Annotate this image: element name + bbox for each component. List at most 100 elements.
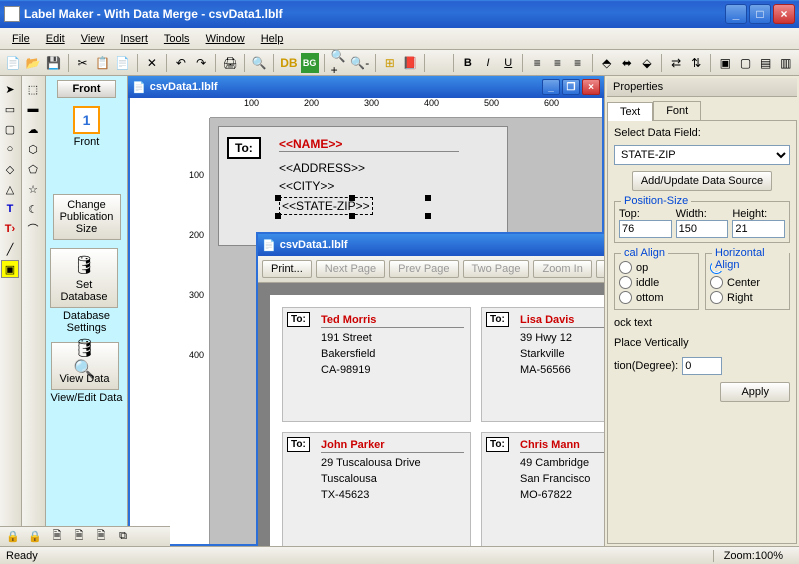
back-icon[interactable]: ▢ (736, 53, 754, 73)
zoomin-icon[interactable]: 🔍+ (330, 53, 348, 73)
layer-icon[interactable]: 🗎 (70, 528, 88, 546)
minimize-button[interactable]: _ (725, 4, 747, 24)
pentagon-icon[interactable]: ⬠ (24, 160, 42, 178)
preview-next-button[interactable]: Next Page (316, 260, 385, 278)
star-icon[interactable]: ☆ (24, 180, 42, 198)
underline-icon[interactable]: U (499, 53, 517, 73)
height-input[interactable] (732, 220, 785, 238)
view-data-button[interactable]: 🛢🔍 View Data (51, 342, 119, 390)
selection-handle[interactable] (425, 213, 431, 219)
cloud-icon[interactable]: ☁ (24, 120, 42, 138)
menu-tools[interactable]: Tools (156, 31, 198, 47)
valign-top-radio[interactable] (619, 261, 632, 274)
rect-icon[interactable]: ▭ (1, 100, 19, 118)
backward-icon[interactable]: ▥ (777, 53, 795, 73)
italic-icon[interactable]: I (479, 53, 497, 73)
valign-mid-icon[interactable]: ⬌ (618, 53, 636, 73)
preview-print-button[interactable]: Print... (262, 260, 312, 278)
rotation-input[interactable] (682, 357, 722, 375)
selection-handle[interactable] (275, 195, 281, 201)
image-icon[interactable]: ▣ (1, 260, 19, 278)
select-all-icon[interactable]: ⬚ (24, 80, 42, 98)
db-icon[interactable]: DB (279, 53, 298, 73)
maximize-button[interactable]: □ (749, 4, 771, 24)
data-field-select[interactable]: STATE-ZIP (614, 145, 790, 165)
field-city[interactable]: <<CITY>> (279, 179, 334, 193)
preview-window[interactable]: 📄 csvData1.lblf Print... Next Page Prev … (256, 232, 604, 546)
preview-twopage-button[interactable]: Two Page (463, 260, 530, 278)
label-template[interactable]: To: <<NAME>> <<ADDRESS>> <<CITY>> <<STAT… (218, 126, 508, 246)
preview-icon[interactable]: 🔍 (250, 53, 268, 73)
undo-icon[interactable]: ↶ (172, 53, 190, 73)
selection-handle[interactable] (349, 213, 355, 219)
doc-restore-button[interactable]: ❐ (562, 79, 580, 95)
menu-window[interactable]: Window (198, 31, 253, 47)
titlebar[interactable]: Label Maker - With Data Merge - csvData1… (0, 0, 799, 28)
new-icon[interactable]: 📄 (4, 53, 22, 73)
pointer-icon[interactable]: ➤ (1, 80, 19, 98)
ellipse-icon[interactable]: ○ (1, 140, 19, 158)
halign-center-radio[interactable] (710, 276, 723, 289)
grid-icon[interactable]: ⊞ (381, 53, 399, 73)
doc-close-button[interactable]: × (582, 79, 600, 95)
layer-icon[interactable]: 🗎 (48, 528, 66, 546)
line-icon[interactable]: ╱ (1, 240, 19, 258)
hexagon-icon[interactable]: ⬡ (24, 140, 42, 158)
tab-font[interactable]: Font (653, 101, 701, 120)
roundrect-icon[interactable]: ▢ (1, 120, 19, 138)
field-address[interactable]: <<ADDRESS>> (279, 161, 365, 175)
forward-icon[interactable]: ▤ (757, 53, 775, 73)
print-icon[interactable]: 🖨 (221, 53, 239, 73)
bg-icon[interactable]: BG (301, 53, 319, 73)
bold-icon[interactable]: B (459, 53, 477, 73)
help-icon[interactable]: 📕 (401, 53, 419, 73)
field-name[interactable]: <<NAME>> (279, 137, 459, 152)
layer-icon[interactable]: 🔒 (26, 528, 44, 546)
align-center-icon[interactable]: ≡ (548, 53, 566, 73)
set-database-button[interactable]: 🛢 Set Database (50, 248, 118, 308)
preview-zoomin-button[interactable]: Zoom In (533, 260, 591, 278)
menu-edit[interactable]: Edit (38, 31, 73, 47)
open-icon[interactable]: 📂 (24, 53, 42, 73)
preview-zoomout-button[interactable]: Zoom Out (596, 260, 604, 278)
menu-help[interactable]: Help (253, 31, 292, 47)
cut-icon[interactable]: ✂ (73, 53, 91, 73)
layer-icon[interactable]: ⧉ (114, 528, 132, 546)
valign-bot-icon[interactable]: ⬙ (638, 53, 656, 73)
change-publication-size-button[interactable]: Change Publication Size (53, 194, 121, 240)
selection-handle[interactable] (425, 195, 431, 201)
moon-icon[interactable]: ☾ (24, 200, 42, 218)
align-right-icon[interactable]: ≡ (569, 53, 587, 73)
redo-icon[interactable]: ↷ (192, 53, 210, 73)
halign-right-radio[interactable] (710, 291, 723, 304)
layer-icon[interactable]: 🗎 (92, 528, 110, 546)
tab-text[interactable]: Text (607, 102, 653, 121)
preview-prev-button[interactable]: Prev Page (389, 260, 458, 278)
flip-h-icon[interactable]: ⇄ (667, 53, 685, 73)
field-statezip[interactable]: <<STATE-ZIP>> (279, 197, 373, 215)
delete-icon[interactable]: ✕ (143, 53, 161, 73)
flip-v-icon[interactable]: ⇅ (687, 53, 705, 73)
valign-middle-radio[interactable] (619, 276, 632, 289)
close-button[interactable]: × (773, 4, 795, 24)
arc-icon[interactable]: ⌒ (24, 220, 42, 238)
text-icon[interactable]: T (1, 200, 19, 218)
triangle-icon[interactable]: △ (1, 180, 19, 198)
valign-bottom-radio[interactable] (619, 291, 632, 304)
width-input[interactable] (676, 220, 729, 238)
menu-file[interactable]: File (4, 31, 38, 47)
diamond-icon[interactable]: ◇ (1, 160, 19, 178)
selection-handle[interactable] (275, 213, 281, 219)
selection-handle[interactable] (349, 195, 355, 201)
menu-insert[interactable]: Insert (112, 31, 156, 47)
add-update-datasource-button[interactable]: Add/Update Data Source (632, 171, 772, 191)
copy-icon[interactable]: 📋 (94, 53, 112, 73)
apply-button[interactable]: Apply (720, 382, 790, 402)
paste-icon[interactable]: 📄 (114, 53, 132, 73)
preview-titlebar[interactable]: 📄 csvData1.lblf (258, 234, 604, 256)
zoomout-icon[interactable]: 🔍- (350, 53, 370, 73)
document-titlebar[interactable]: 📄 csvData1.lblf _ ❐ × (128, 76, 604, 98)
doc-minimize-button[interactable]: _ (542, 79, 560, 95)
front-icon[interactable]: ▣ (716, 53, 734, 73)
textpath-icon[interactable]: T› (1, 220, 19, 238)
